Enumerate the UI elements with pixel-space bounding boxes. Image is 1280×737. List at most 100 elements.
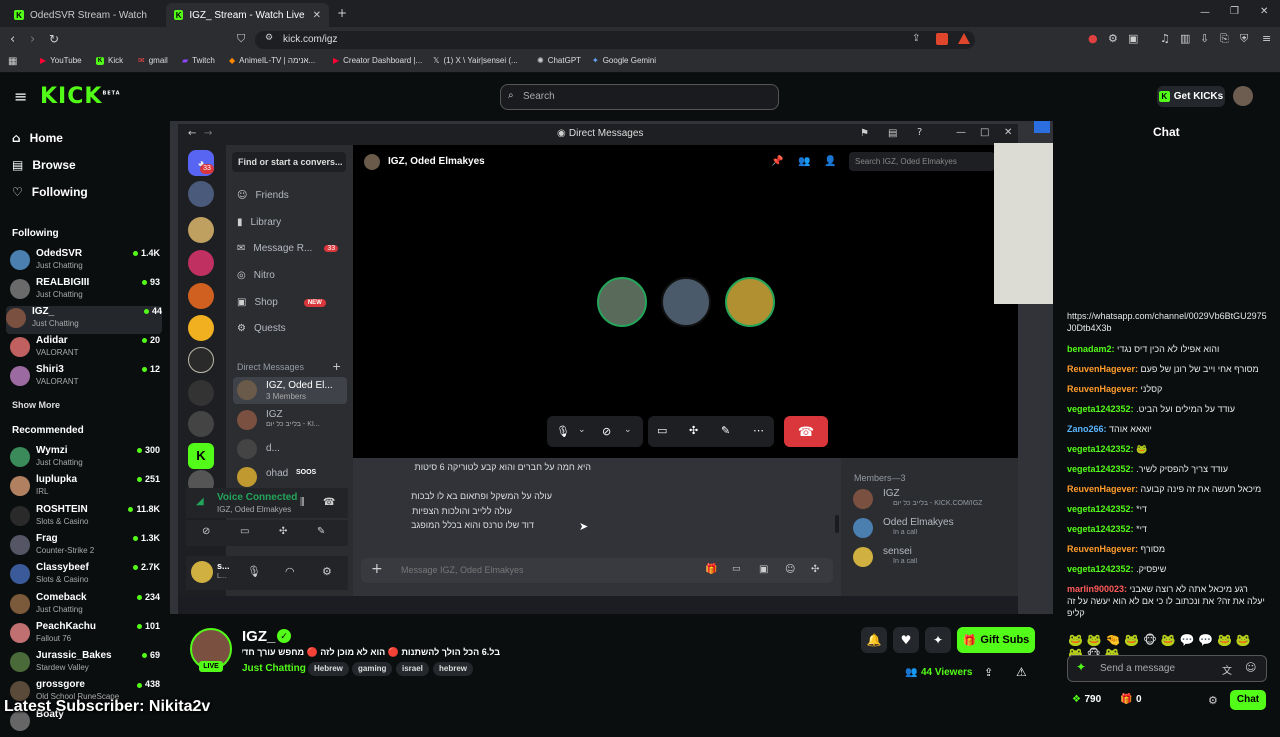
discord-friends[interactable]: ☺ Friends	[237, 190, 289, 201]
chat-username[interactable]: Zano266:	[1067, 424, 1107, 434]
channel-item[interactable]: Jurassic_Bakes Stardew Valley 69	[10, 650, 160, 678]
channel-item[interactable]: IGZ_ Just Chatting 44	[6, 306, 162, 334]
chat-username[interactable]: vegeta1242352:	[1067, 404, 1134, 414]
bookmark-chatgpt[interactable]: ✺ ChatGPT	[537, 56, 581, 65]
site-info-icon[interactable]: ⚙	[265, 33, 273, 43]
screenshot-icon[interactable]: ⎘	[1220, 32, 1229, 46]
channel-item[interactable]: PeachKachu Fallout 76 101	[10, 621, 160, 649]
chat-username[interactable]: vegeta1242352:	[1067, 444, 1134, 454]
vpn-icon[interactable]: ⛨	[1240, 32, 1248, 46]
kick-server-icon[interactable]: K	[188, 443, 214, 469]
close-window-icon[interactable]: ✕	[1260, 6, 1268, 17]
nav-following[interactable]: ♡ Following	[12, 185, 88, 199]
bookmark-kick[interactable]: K Kick	[96, 56, 123, 65]
discord-nitro[interactable]: ◎ Nitro	[237, 270, 275, 281]
settings-gear-icon[interactable]: ⚙	[322, 565, 332, 578]
call-mic-icon[interactable]: 🎙	[556, 425, 570, 438]
chat-send-button[interactable]: Chat	[1230, 690, 1266, 710]
bookmark-gemini[interactable]: ✦ Google Gemini	[592, 56, 656, 65]
chat-username[interactable]: vegeta1242352:	[1067, 464, 1134, 474]
tag-hebrew-lower[interactable]: hebrew	[433, 662, 474, 676]
discord-library[interactable]: ▮ Library	[237, 217, 281, 228]
stream-category[interactable]: Just Chatting	[242, 663, 306, 674]
camera-off-icon[interactable]: ⊘	[202, 526, 210, 537]
channel-item[interactable]: Shiri3 VALORANT 12	[10, 364, 160, 392]
call-activities-icon[interactable]: ✣	[689, 424, 698, 437]
report-icon[interactable]: ⚠	[1016, 665, 1027, 679]
channel-item[interactable]: Wymzi Just Chatting 300	[10, 445, 160, 473]
server-icon-4[interactable]	[188, 283, 214, 309]
inbox-flag-icon[interactable]: ⚑	[860, 128, 869, 139]
translate-icon[interactable]: 文	[1222, 662, 1232, 677]
chat-scrollbar[interactable]	[835, 515, 839, 533]
share-stream-icon[interactable]: ⇪	[984, 666, 993, 679]
noise-icon[interactable]: ⫼	[300, 497, 305, 508]
chat-username[interactable]: vegeta1242352:	[1067, 564, 1134, 574]
search-input[interactable]: Search	[500, 84, 779, 110]
gif-icon[interactable]: ▭	[732, 564, 741, 574]
sidebar-icon[interactable]: ▥	[1180, 32, 1190, 45]
discord-maximize-icon[interactable]: □	[980, 127, 989, 138]
gift-subs-button[interactable]: 🎁 Gift Subs	[957, 627, 1035, 653]
tag-hebrew[interactable]: Hebrew	[308, 662, 349, 676]
user-panel-avatar[interactable]	[191, 561, 213, 583]
share-icon[interactable]: ⇪	[912, 33, 920, 44]
dm-name[interactable]: ohad	[266, 468, 288, 479]
reload-icon[interactable]: ↻	[49, 32, 59, 46]
chat-search-input[interactable]: Search IGZ, Oded Elmakyes	[849, 152, 995, 171]
member-avatar[interactable]	[853, 518, 873, 538]
call-soundboard-icon[interactable]: ✎	[721, 424, 730, 437]
soundboard-icon[interactable]: ✎	[317, 526, 325, 537]
attach-plus-icon[interactable]: +	[371, 561, 383, 577]
find-conversation-input[interactable]: Find or start a convers...	[232, 152, 346, 172]
bookmark-twitch[interactable]: ▰ Twitch	[182, 56, 215, 65]
chat-username[interactable]: vegeta1242352:	[1067, 524, 1134, 534]
browser-tab-igz[interactable]: K IGZ_ Stream - Watch Live on Kick ✕	[166, 3, 329, 27]
hang-up-button[interactable]: ☎	[784, 416, 828, 447]
activities-icon[interactable]: ✣	[279, 526, 287, 537]
inbox-icon[interactable]: ▤	[888, 128, 897, 139]
discord-forward-icon[interactable]: →	[204, 128, 212, 139]
disconnect-icon[interactable]: ☎	[323, 497, 335, 508]
notifications-button[interactable]: 🔔	[861, 627, 887, 653]
server-icon-3[interactable]	[188, 250, 214, 276]
screen-share-icon[interactable]: ▭	[240, 526, 249, 537]
channel-item[interactable]: REALBIGIII Just Chatting 93	[10, 277, 160, 305]
server-icon-5[interactable]	[188, 315, 214, 341]
channel-item[interactable]: Comeback Just Chatting 234	[10, 592, 160, 620]
pin-icon[interactable]: 📌	[771, 156, 783, 167]
new-dm-icon[interactable]: +	[332, 360, 341, 373]
new-tab-icon[interactable]: +	[337, 6, 347, 20]
chevron-down-icon[interactable]: ⌄	[578, 425, 586, 435]
sparkle-button[interactable]: ✦	[925, 627, 951, 653]
more-options-icon[interactable]: ⋯	[753, 424, 764, 437]
discord-message-requests[interactable]: ✉ Message R... 33	[237, 243, 339, 254]
follow-button[interactable]: ♥	[893, 627, 919, 653]
call-camera-off-icon[interactable]: ⊘	[602, 425, 611, 438]
close-tab-icon[interactable]: ✕	[313, 10, 321, 21]
tag-israel[interactable]: israel	[396, 662, 429, 676]
chat-username[interactable]: vegeta1242352:	[1067, 504, 1134, 514]
channel-item[interactable]: OdedSVR Just Chatting 1.4K	[10, 248, 160, 276]
back-icon[interactable]: ‹	[10, 32, 15, 47]
extension-red-icon[interactable]: ●	[1088, 32, 1098, 45]
discord-close-icon[interactable]: ✕	[1004, 127, 1012, 138]
microphone-icon[interactable]: 🎙	[247, 565, 261, 578]
bookmark-gmail[interactable]: ✉ gmail	[138, 56, 168, 65]
streamer-name[interactable]: IGZ_	[242, 628, 275, 645]
call-screen-share-icon[interactable]: ▭	[657, 424, 667, 437]
server-icon-7[interactable]	[188, 380, 214, 406]
show-more-link[interactable]: Show More	[12, 400, 60, 410]
kick-logo[interactable]: KICKBETA	[40, 84, 121, 109]
call-participant-avatar[interactable]	[661, 277, 711, 327]
sticker-icon[interactable]: ▣	[759, 564, 768, 575]
bookmark-animeil[interactable]: ◆ AnimeIL-TV | אנימה...	[229, 56, 315, 65]
server-icon-2[interactable]	[188, 217, 214, 243]
bookmark-youtube[interactable]: ▶ YouTube	[40, 56, 82, 65]
menu-icon[interactable]: ≡	[1262, 32, 1271, 45]
channel-item[interactable]: luplupka IRL 251	[10, 474, 160, 502]
bookmark-creator-dashboard[interactable]: ▶ Creator Dashboard |...	[333, 56, 422, 65]
channel-item[interactable]: ROSHTEIN Slots & Casino 11.8K	[10, 504, 160, 532]
chat-settings-icon[interactable]: ⚙	[1208, 694, 1218, 707]
chat-emoji-icon[interactable]: ☺	[1245, 661, 1256, 674]
